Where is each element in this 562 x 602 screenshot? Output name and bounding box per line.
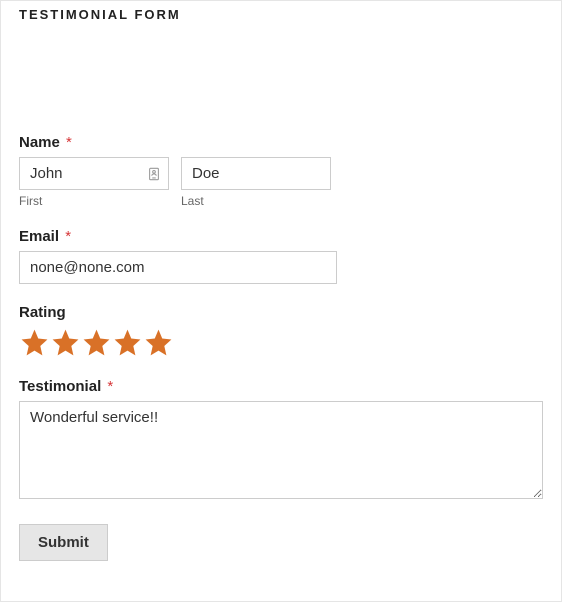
- first-name-input[interactable]: [19, 157, 169, 190]
- last-name-input[interactable]: [181, 157, 331, 190]
- testimonial-form-container: TESTIMONIAL FORM Name *: [0, 0, 562, 602]
- last-name-sublabel: Last: [181, 194, 331, 208]
- name-label-text: Name: [19, 134, 60, 151]
- testimonial-field-group: Testimonial *: [19, 378, 543, 504]
- star-5[interactable]: [143, 327, 174, 358]
- testimonial-textarea[interactable]: [19, 401, 543, 499]
- email-label: Email *: [19, 228, 543, 245]
- testimonial-label: Testimonial *: [19, 378, 543, 395]
- rating-field-group: Rating: [19, 304, 543, 358]
- star-1[interactable]: [19, 327, 50, 358]
- form-title: TESTIMONIAL FORM: [19, 1, 543, 26]
- form-body: Name *: [19, 26, 543, 561]
- last-name-col: Last: [181, 157, 331, 208]
- required-marker: *: [107, 378, 113, 395]
- first-name-sublabel: First: [19, 194, 169, 208]
- star-4[interactable]: [112, 327, 143, 358]
- first-name-col: First: [19, 157, 169, 208]
- testimonial-label-text: Testimonial: [19, 378, 101, 395]
- first-name-wrapper: [19, 157, 169, 190]
- rating-stars: [19, 327, 543, 358]
- email-label-text: Email: [19, 228, 59, 245]
- star-2[interactable]: [50, 327, 81, 358]
- name-label: Name *: [19, 134, 543, 151]
- required-marker: *: [66, 134, 72, 151]
- rating-label: Rating: [19, 304, 543, 321]
- submit-button[interactable]: Submit: [19, 524, 108, 561]
- name-field-group: Name *: [19, 134, 543, 208]
- required-marker: *: [65, 228, 71, 245]
- name-row: First Last: [19, 157, 543, 208]
- email-field-group: Email *: [19, 228, 543, 284]
- email-input[interactable]: [19, 251, 337, 284]
- star-3[interactable]: [81, 327, 112, 358]
